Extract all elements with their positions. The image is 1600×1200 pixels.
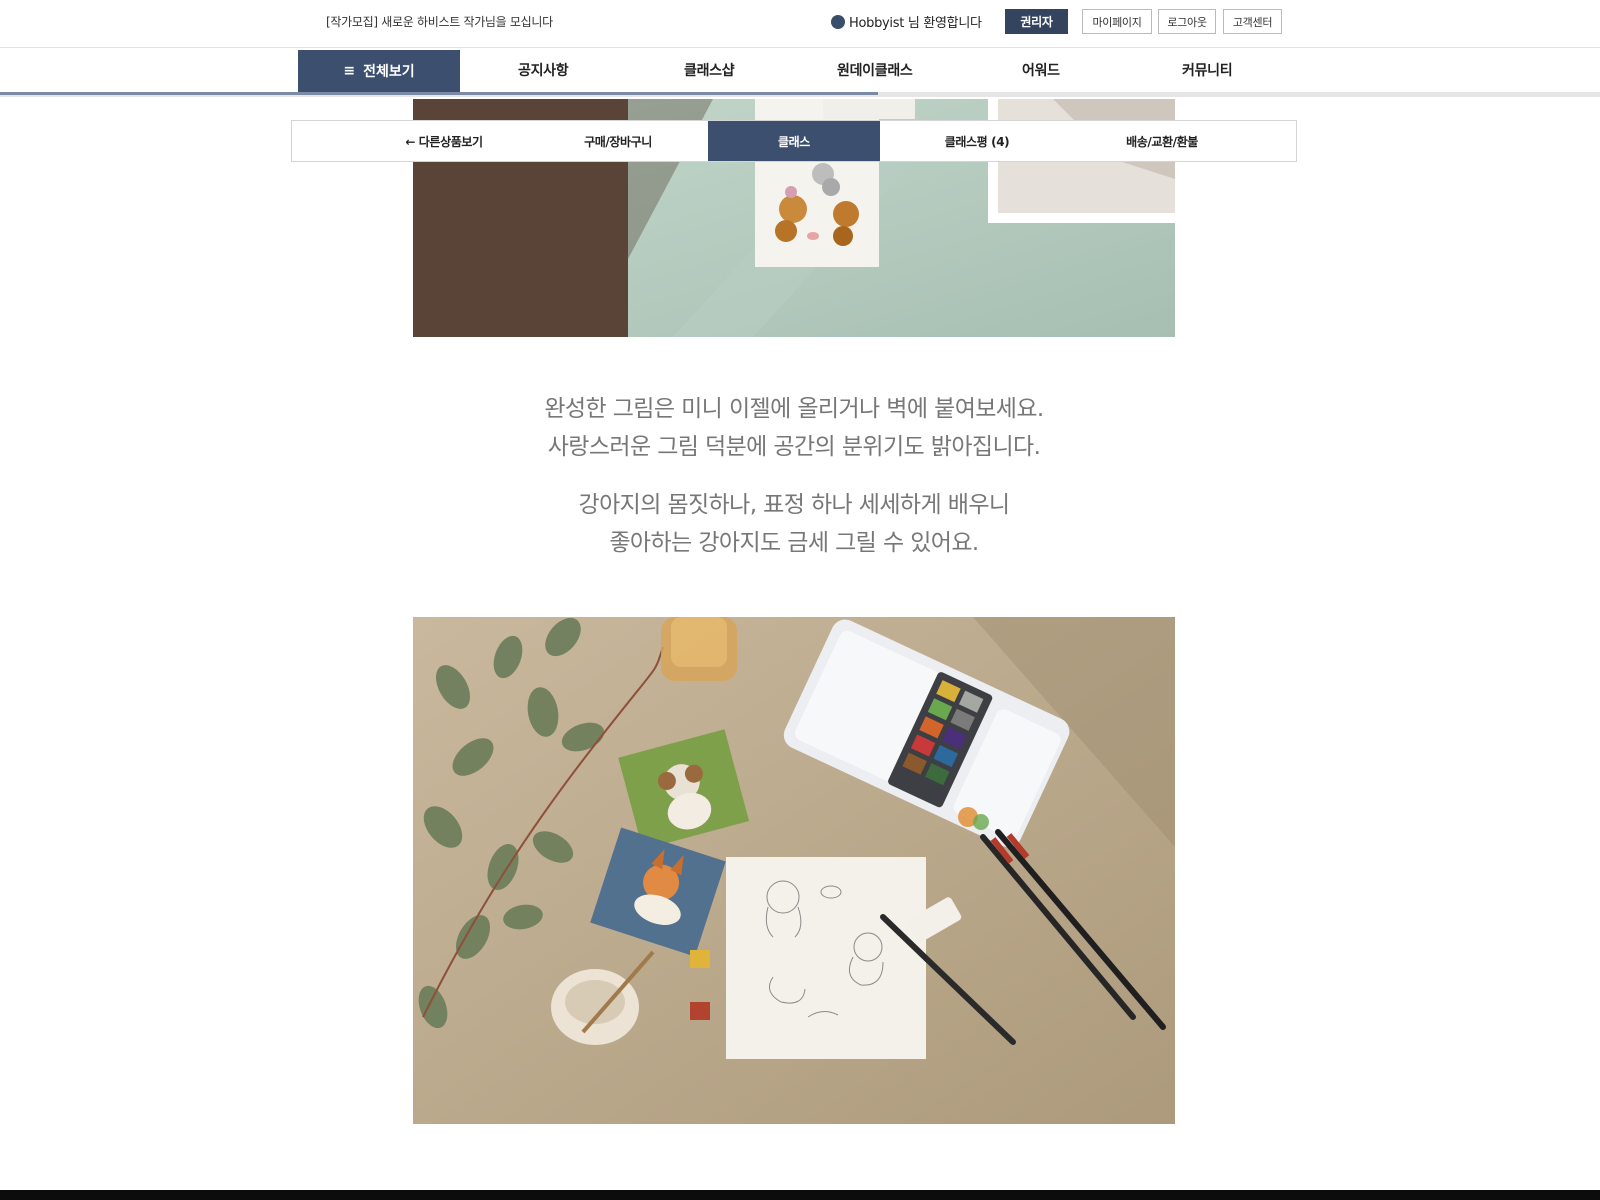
hamburger-icon: ≡ (343, 63, 356, 79)
admin-button[interactable]: 권리자 (1005, 9, 1068, 34)
all-menu-label: 전체보기 (363, 64, 415, 80)
tab-other-products[interactable]: ← 다른상품보기 (388, 121, 500, 161)
nav-item-class-shop[interactable]: 클래스샵 (684, 60, 735, 80)
description-line: 완성한 그림은 미니 이젤에 올리거나 벽에 붙여보세요. (544, 396, 1044, 422)
top-bar: [작가모집] 새로운 하비스트 작가님을 모십니다 Hobbyist 님 환영합… (0, 0, 1600, 48)
description-paragraph-2: 강아지의 몸짓하나, 표정 하나 세세하게 배우니 좋아하는 강아지도 금세 그… (413, 486, 1175, 562)
nav-item-award[interactable]: 어워드 (1022, 60, 1060, 80)
customer-center-button[interactable]: 고객센터 (1223, 9, 1282, 34)
description-line: 좋아하는 강아지도 금세 그릴 수 있어요. (609, 530, 979, 556)
mypage-button[interactable]: 마이페이지 (1082, 9, 1152, 34)
class-photo-flatlay (413, 617, 1175, 1124)
tab-class-reviews[interactable]: 클래스평 (4) (912, 121, 1042, 161)
nav-progress-line (0, 92, 1600, 97)
product-sub-nav: ← 다른상품보기 구매/장바구니 클래스 클래스평 (4) 배송/교환/환불 (291, 120, 1297, 162)
main-nav: ≡ 전체보기 공지사항 클래스샵 원데이클래스 어워드 커뮤니티 (0, 48, 1600, 92)
tab-purchase-cart[interactable]: 구매/장바구니 (562, 121, 674, 161)
footer-bar (0, 1190, 1600, 1200)
description-line: 강아지의 몸짓하나, 표정 하나 세세하게 배우니 (578, 492, 1011, 518)
nav-item-community[interactable]: 커뮤니티 (1182, 60, 1233, 80)
tab-shipping-exchange-refund[interactable]: 배송/교환/환불 (1092, 121, 1232, 161)
welcome-message: Hobbyist 님 환영합니다 (831, 12, 982, 31)
nav-item-notice[interactable]: 공지사항 (518, 60, 569, 80)
description-paragraph-1: 완성한 그림은 미니 이젤에 올리거나 벽에 붙여보세요. 사랑스러운 그림 덕… (413, 390, 1175, 466)
nav-item-oneday-class[interactable]: 원데이클래스 (837, 60, 913, 80)
all-menu-button[interactable]: ≡ 전체보기 (298, 50, 460, 92)
recruit-notice-link[interactable]: [작가모집] 새로운 하비스트 작가님을 모십니다 (326, 13, 553, 30)
user-avatar-icon (831, 14, 845, 29)
logout-button[interactable]: 로그아웃 (1158, 9, 1216, 34)
tab-class[interactable]: 클래스 (708, 121, 880, 161)
welcome-text: Hobbyist 님 환영합니다 (849, 16, 982, 31)
description-line: 사랑스러운 그림 덕분에 공간의 분위기도 밝아집니다. (547, 434, 1041, 460)
